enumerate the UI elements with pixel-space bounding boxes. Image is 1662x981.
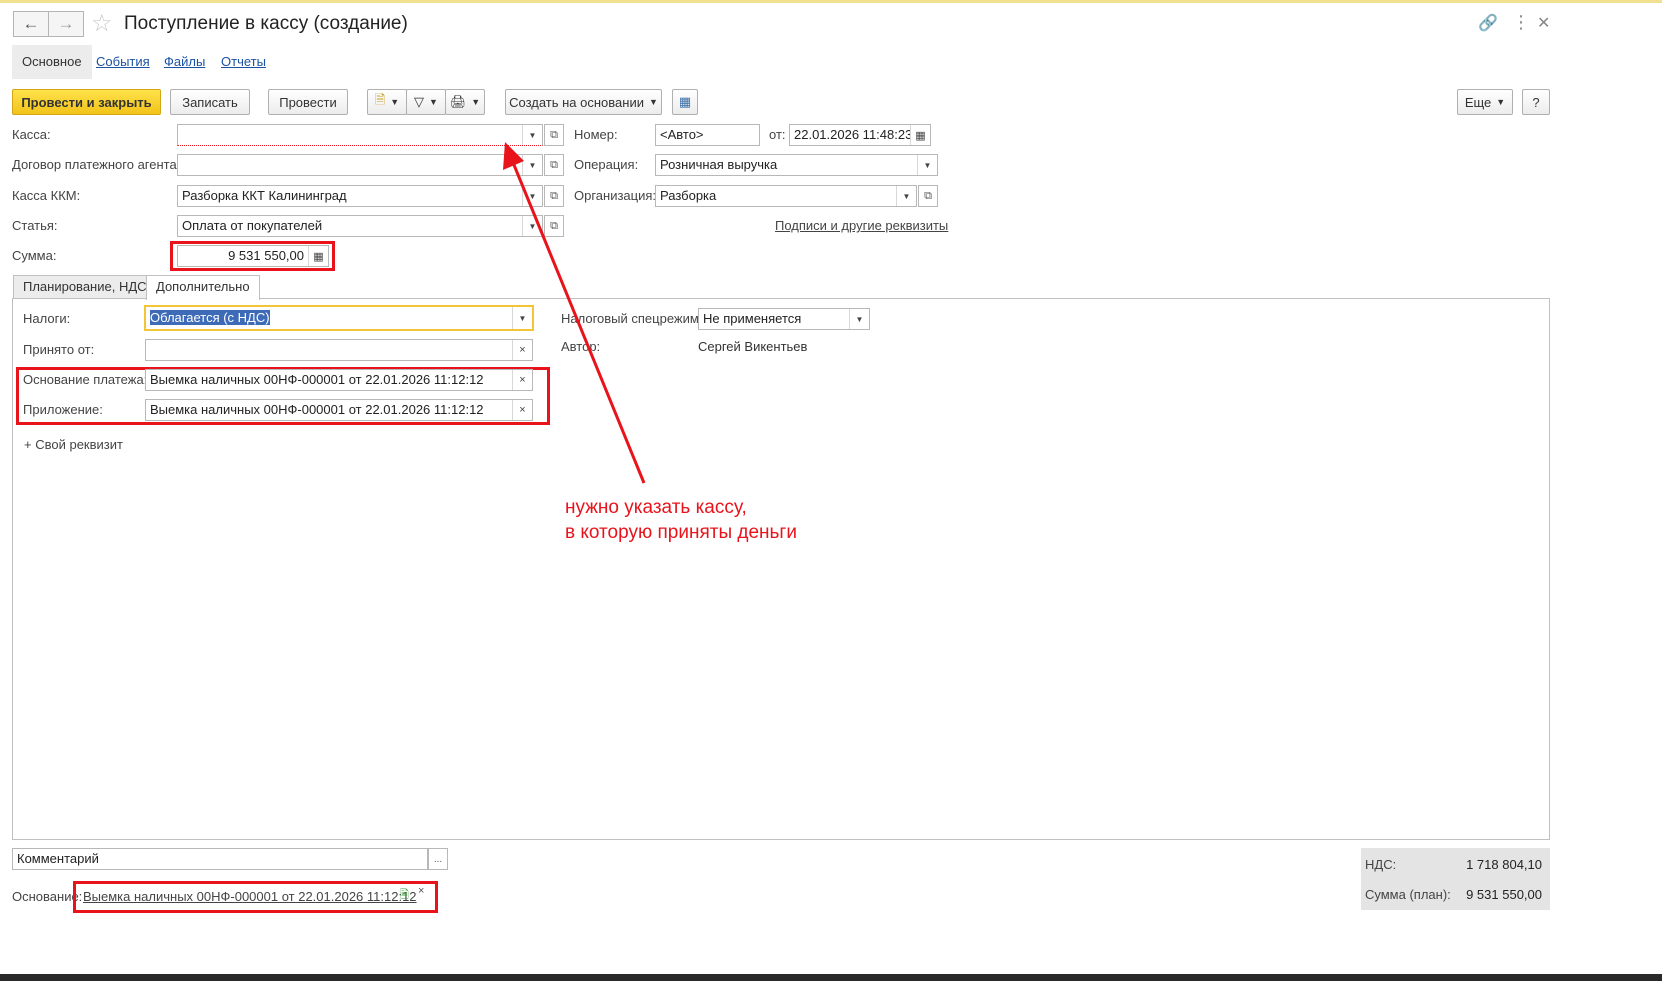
annotation-arrow bbox=[503, 142, 646, 484]
basis-link[interactable]: Выемка наличных 00НФ-000001 от 22.01.202… bbox=[83, 889, 417, 904]
comment-expand-button[interactable]: ... bbox=[428, 848, 448, 870]
annotation-line-2: в которую приняты деньги bbox=[565, 522, 797, 543]
sum-plan-label: Сумма (план): bbox=[1365, 887, 1451, 902]
basis-label: Основание: bbox=[12, 889, 83, 904]
clear-basis-icon[interactable]: × bbox=[418, 885, 424, 897]
arrow-line bbox=[510, 159, 646, 484]
comment-placeholder: Комментарий bbox=[17, 851, 99, 866]
taskbar-strip bbox=[0, 974, 1662, 981]
nds-label: НДС: bbox=[1365, 857, 1397, 872]
comment-field[interactable]: Комментарий bbox=[12, 848, 428, 870]
sum-plan-value: 9 531 550,00 bbox=[1466, 887, 1542, 902]
document-icon[interactable]: 🗎 bbox=[400, 886, 409, 905]
nds-value: 1 718 804,10 bbox=[1466, 857, 1542, 872]
tab-dopolnitelno[interactable]: Дополнительно bbox=[146, 275, 260, 300]
annotation-line-1: нужно указать кассу, bbox=[565, 497, 747, 518]
